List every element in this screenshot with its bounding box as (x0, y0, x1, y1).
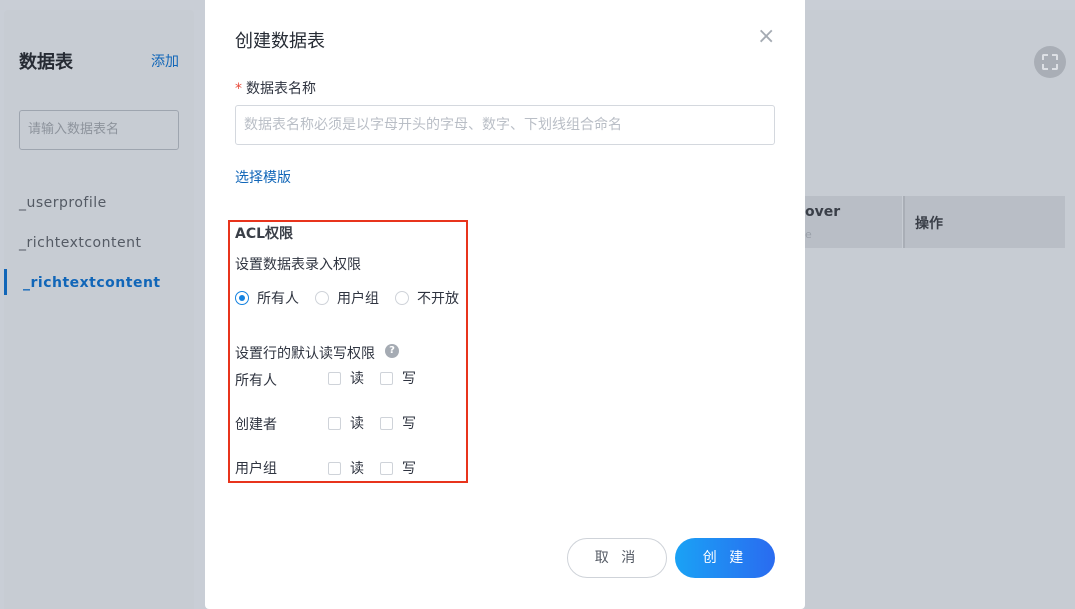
cancel-button[interactable]: 取 消 (567, 538, 667, 578)
checkbox-icon (328, 461, 341, 475)
name-label-text: 数据表名称 (246, 81, 316, 97)
checkbox-label: 读 (350, 416, 364, 432)
select-template-link[interactable]: 选择模版 (235, 167, 291, 187)
name-field-label: * 数据表名称 (235, 78, 316, 98)
create-button[interactable]: 创 建 (675, 538, 775, 578)
table-name-input[interactable]: 数据表名称必须是以字母开头的字母、数字、下划线组合命名 (235, 105, 775, 145)
radio-checked-icon (235, 291, 249, 305)
usergroup-write-checkbox[interactable]: 写 (380, 458, 416, 478)
modal-title: 创建数据表 (235, 31, 325, 52)
role-usergroup: 用户组 (235, 461, 277, 477)
help-icon[interactable]: ? (385, 344, 399, 358)
role-creator: 创建者 (235, 417, 277, 433)
usergroup-read-checkbox[interactable]: 读 (328, 458, 364, 478)
radio-label: 所有人 (257, 291, 299, 307)
fullscreen-icon[interactable] (1034, 46, 1066, 78)
table-search-input[interactable]: 请输入数据表名 (19, 110, 179, 150)
checkbox-icon (380, 461, 393, 475)
cover-header-label: over (805, 204, 841, 220)
checkbox-icon (380, 416, 393, 430)
radio-unchecked-icon (315, 291, 329, 305)
row-permission-label: 设置行的默认读写权限 (235, 346, 375, 362)
checkbox-icon (328, 416, 341, 430)
checkbox-icon (380, 371, 393, 385)
active-indicator (4, 269, 7, 295)
radio-label: 用户组 (337, 291, 379, 307)
sidebar-item-richtextcontent[interactable]: _richtextcontent (19, 235, 141, 251)
radio-usergroup[interactable]: 用户组 (315, 288, 379, 308)
sidebar: 数据表 添加 请输入数据表名 _userprofile _richtextcon… (4, 10, 194, 609)
sidebar-item-richtextcontent-active[interactable]: _richtextcontent (23, 275, 161, 291)
radio-everyone[interactable]: 所有人 (235, 288, 299, 308)
radio-unchecked-icon (395, 291, 409, 305)
checkbox-label: 写 (402, 461, 416, 477)
operation-header-label: 操作 (915, 216, 943, 232)
table-header-cover: over e (805, 196, 902, 248)
create-table-modal: 创建数据表 × * 数据表名称 数据表名称必须是以字母开头的字母、数字、下划线组合… (205, 0, 805, 609)
cover-header-sub: e (805, 228, 812, 241)
checkbox-label: 读 (350, 371, 364, 387)
checkbox-label: 读 (350, 461, 364, 477)
entry-permission-label: 设置数据表录入权限 (235, 257, 361, 273)
role-everyone: 所有人 (235, 373, 277, 389)
acl-title: ACL权限 (235, 226, 294, 242)
sidebar-title: 数据表 (19, 52, 73, 73)
creator-read-checkbox[interactable]: 读 (328, 413, 364, 433)
radio-closed[interactable]: 不开放 (395, 288, 459, 308)
checkbox-icon (328, 371, 341, 385)
checkbox-label: 写 (402, 416, 416, 432)
required-mark: * (235, 81, 242, 97)
checkbox-label: 写 (402, 371, 416, 387)
add-table-link[interactable]: 添加 (151, 51, 179, 71)
radio-label: 不开放 (417, 291, 459, 307)
sidebar-item-userprofile[interactable]: _userprofile (19, 195, 107, 211)
close-icon[interactable]: × (757, 26, 775, 48)
everyone-write-checkbox[interactable]: 写 (380, 368, 416, 388)
everyone-read-checkbox[interactable]: 读 (328, 368, 364, 388)
table-header-operation: 操作 (903, 196, 1065, 248)
creator-write-checkbox[interactable]: 写 (380, 413, 416, 433)
content-panel (805, 10, 1075, 609)
